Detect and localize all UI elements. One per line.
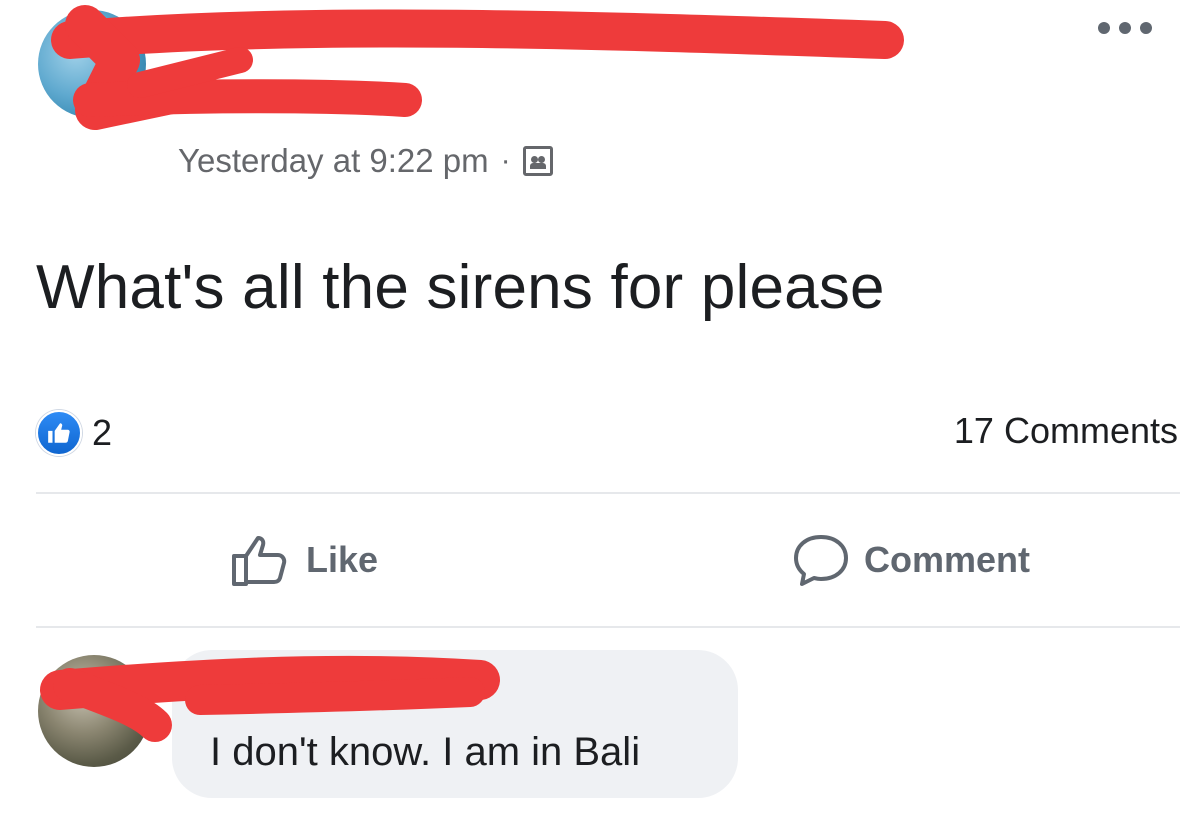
like-label: Like (306, 539, 379, 580)
comment-bubble (172, 650, 738, 798)
reactions-summary[interactable]: 2 (36, 410, 112, 456)
author-avatar[interactable] (38, 10, 146, 118)
more-dot (1098, 22, 1110, 34)
meta-separator: · (500, 144, 511, 177)
comment-text: I don't know. I am in Bali (210, 730, 641, 774)
divider (36, 626, 1180, 628)
more-options-icon[interactable] (1085, 16, 1165, 40)
more-dot (1119, 22, 1131, 34)
audience-icon[interactable] (522, 146, 553, 176)
commenter-avatar[interactable] (38, 655, 150, 767)
post-text: What's all the sirens for please (36, 253, 885, 322)
like-reaction-icon (36, 410, 82, 456)
more-dot (1140, 22, 1152, 34)
comments-count[interactable]: 17 Comments (954, 410, 1178, 452)
comment-bubble-icon (794, 535, 848, 586)
comment-label: Comment (864, 539, 1031, 580)
like-button[interactable]: Like (230, 530, 378, 590)
divider (36, 492, 1180, 494)
reaction-count: 2 (92, 412, 113, 453)
post-timestamp[interactable]: Yesterday at 9:22 pm (178, 142, 489, 180)
comment-button[interactable]: Comment (792, 530, 1030, 590)
thumbs-up-icon (232, 536, 287, 586)
post-meta: Yesterday at 9:22 pm · (178, 140, 553, 182)
redaction-scribble (51, 5, 904, 130)
